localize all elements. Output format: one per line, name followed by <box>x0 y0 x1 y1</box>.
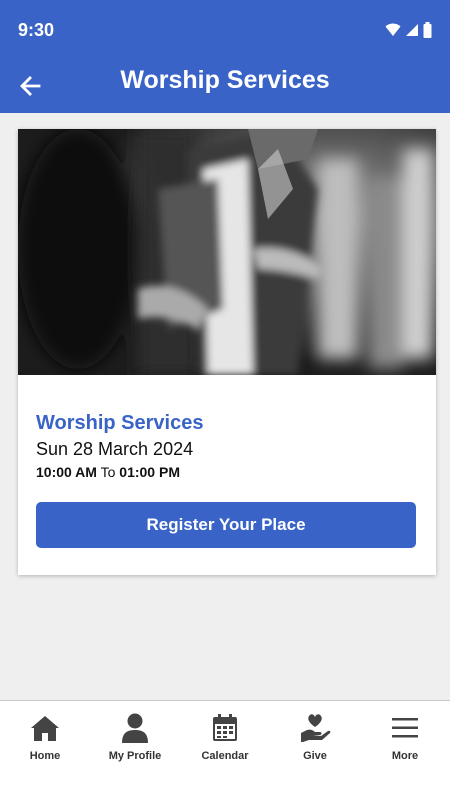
status-bar: 9:30 <box>0 0 450 60</box>
event-time-separator: To <box>100 464 116 480</box>
main-content: Worship Services Sun 28 March 2024 10:00… <box>0 113 450 700</box>
calendar-icon <box>209 712 241 744</box>
bottom-navigation: Home My Profile Calendar Give More <box>0 700 450 800</box>
event-title: Worship Services <box>36 412 204 434</box>
nav-give-label: Give <box>303 750 327 762</box>
nav-calendar[interactable]: Calendar <box>180 701 270 800</box>
register-button[interactable]: Register Your Place <box>36 502 416 548</box>
event-time-range: 10:00 AM To 01:00 PM <box>36 464 180 480</box>
give-heart-hand-icon <box>299 712 331 744</box>
nav-home[interactable]: Home <box>0 701 90 800</box>
signal-icon <box>406 24 418 36</box>
nav-my-profile[interactable]: My Profile <box>90 701 180 800</box>
event-card: Worship Services Sun 28 March 2024 10:00… <box>18 129 436 575</box>
page-title: Worship Services <box>120 66 330 94</box>
nav-more-label: More <box>391 750 419 762</box>
nav-home-label: Home <box>29 750 61 762</box>
battery-icon <box>423 22 432 38</box>
app-bar: Worship Services <box>0 60 450 113</box>
status-time: 9:30 <box>18 20 55 40</box>
person-icon <box>119 712 151 744</box>
nav-calendar-label: Calendar <box>201 750 249 762</box>
home-icon <box>29 712 61 744</box>
event-start-time: 10:00 AM <box>36 464 97 480</box>
status-icons <box>385 22 432 38</box>
wifi-icon <box>385 23 401 36</box>
menu-icon <box>389 712 421 744</box>
event-date: Sun 28 March 2024 <box>36 439 194 459</box>
event-photo <box>18 129 436 375</box>
nav-more[interactable]: More <box>360 701 450 800</box>
event-end-time: 01:00 PM <box>119 464 180 480</box>
nav-give[interactable]: Give <box>270 701 360 800</box>
nav-my-profile-label: My Profile <box>108 750 162 762</box>
